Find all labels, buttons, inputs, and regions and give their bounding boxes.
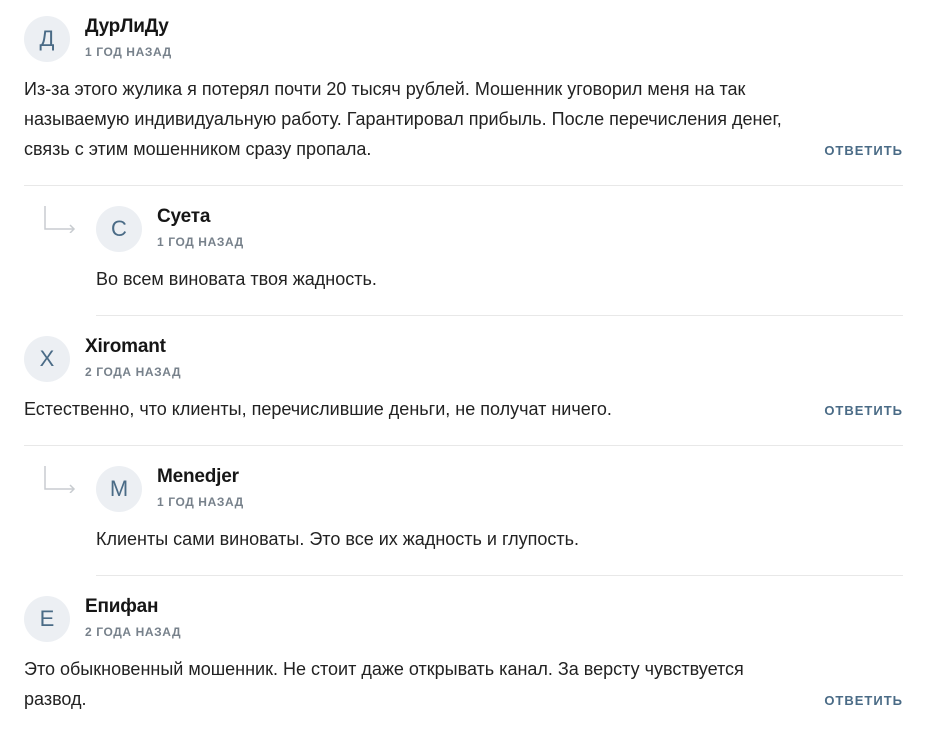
avatar: С: [96, 206, 142, 252]
comment-date: 1 ГОД НАЗАД: [85, 45, 172, 59]
comment-text-line: Из-за этого жулика я потерял почти 20 ты…: [24, 79, 746, 99]
comment-date: 1 ГОД НАЗАД: [157, 235, 244, 249]
comment-text-line: связь с этим мошенником сразу пропала.: [24, 139, 372, 159]
comment-divider: [96, 575, 903, 576]
comment-text: Это обыкновенный мошенник. Не стоит даже…: [24, 654, 799, 714]
reply-arrow-icon: [44, 206, 76, 233]
comment-header: Д ДурЛиДу 1 ГОД НАЗАД: [24, 16, 903, 64]
comment-text-line: Во всем виновата твоя жадность.: [96, 269, 377, 289]
avatar: X: [24, 336, 70, 382]
comment-reply: M Menedjer 1 ГОД НАЗАД Клиенты сами вино…: [96, 466, 903, 554]
comment-header: X Xiromant 2 ГОДА НАЗАД: [24, 336, 903, 384]
comment-text: Во всем виновата твоя жадность.: [96, 264, 871, 294]
comment-header: С Суета 1 ГОД НАЗАД: [96, 206, 903, 254]
avatar: Д: [24, 16, 70, 62]
reply-arrow-icon: [44, 466, 76, 493]
comment-text-line: Естественно, что клиенты, перечислившие …: [24, 399, 612, 419]
avatar: M: [96, 466, 142, 512]
reply-button[interactable]: ОТВЕТИТЬ: [824, 403, 903, 418]
reply-button[interactable]: ОТВЕТИТЬ: [824, 143, 903, 158]
comment-author[interactable]: Xiromant: [85, 336, 166, 358]
comment-text: Клиенты сами виноваты. Это все их жаднос…: [96, 524, 871, 554]
avatar: Е: [24, 596, 70, 642]
comment-author[interactable]: Menedjer: [157, 466, 239, 488]
comment-divider: [24, 445, 903, 446]
comment-author[interactable]: Епифан: [85, 596, 159, 618]
comment-reply: С Суета 1 ГОД НАЗАД Во всем виновата тво…: [96, 206, 903, 294]
comment-text-line: развод.: [24, 689, 87, 709]
comment-divider: [96, 315, 903, 316]
comment-author[interactable]: ДурЛиДу: [85, 16, 169, 38]
comment-text: Естественно, что клиенты, перечислившие …: [24, 394, 799, 424]
comment-text: Из-за этого жулика я потерял почти 20 ты…: [24, 74, 799, 164]
comment-header: Е Епифан 2 ГОДА НАЗАД: [24, 596, 903, 644]
comment-divider: [24, 185, 903, 186]
comment-date: 2 ГОДА НАЗАД: [85, 625, 182, 639]
comment-date: 1 ГОД НАЗАД: [157, 495, 244, 509]
comment-date: 2 ГОДА НАЗАД: [85, 365, 182, 379]
comment: Д ДурЛиДу 1 ГОД НАЗАД Из-за этого жулика…: [24, 16, 903, 164]
comment-text-line: Клиенты сами виноваты. Это все их жаднос…: [96, 529, 580, 549]
comment: Е Епифан 2 ГОДА НАЗАД Это обыкновенный м…: [24, 596, 903, 714]
comment: X Xiromant 2 ГОДА НАЗАД Естественно, что…: [24, 336, 903, 424]
comment-text-line: Это обыкновенный мошенник. Не стоит даже…: [24, 659, 744, 679]
reply-button[interactable]: ОТВЕТИТЬ: [824, 693, 903, 708]
comment-header: M Menedjer 1 ГОД НАЗАД: [96, 466, 903, 514]
comment-author[interactable]: Суета: [157, 206, 210, 228]
comment-text-line: называемую индивидуальную работу. Гарант…: [24, 109, 782, 129]
